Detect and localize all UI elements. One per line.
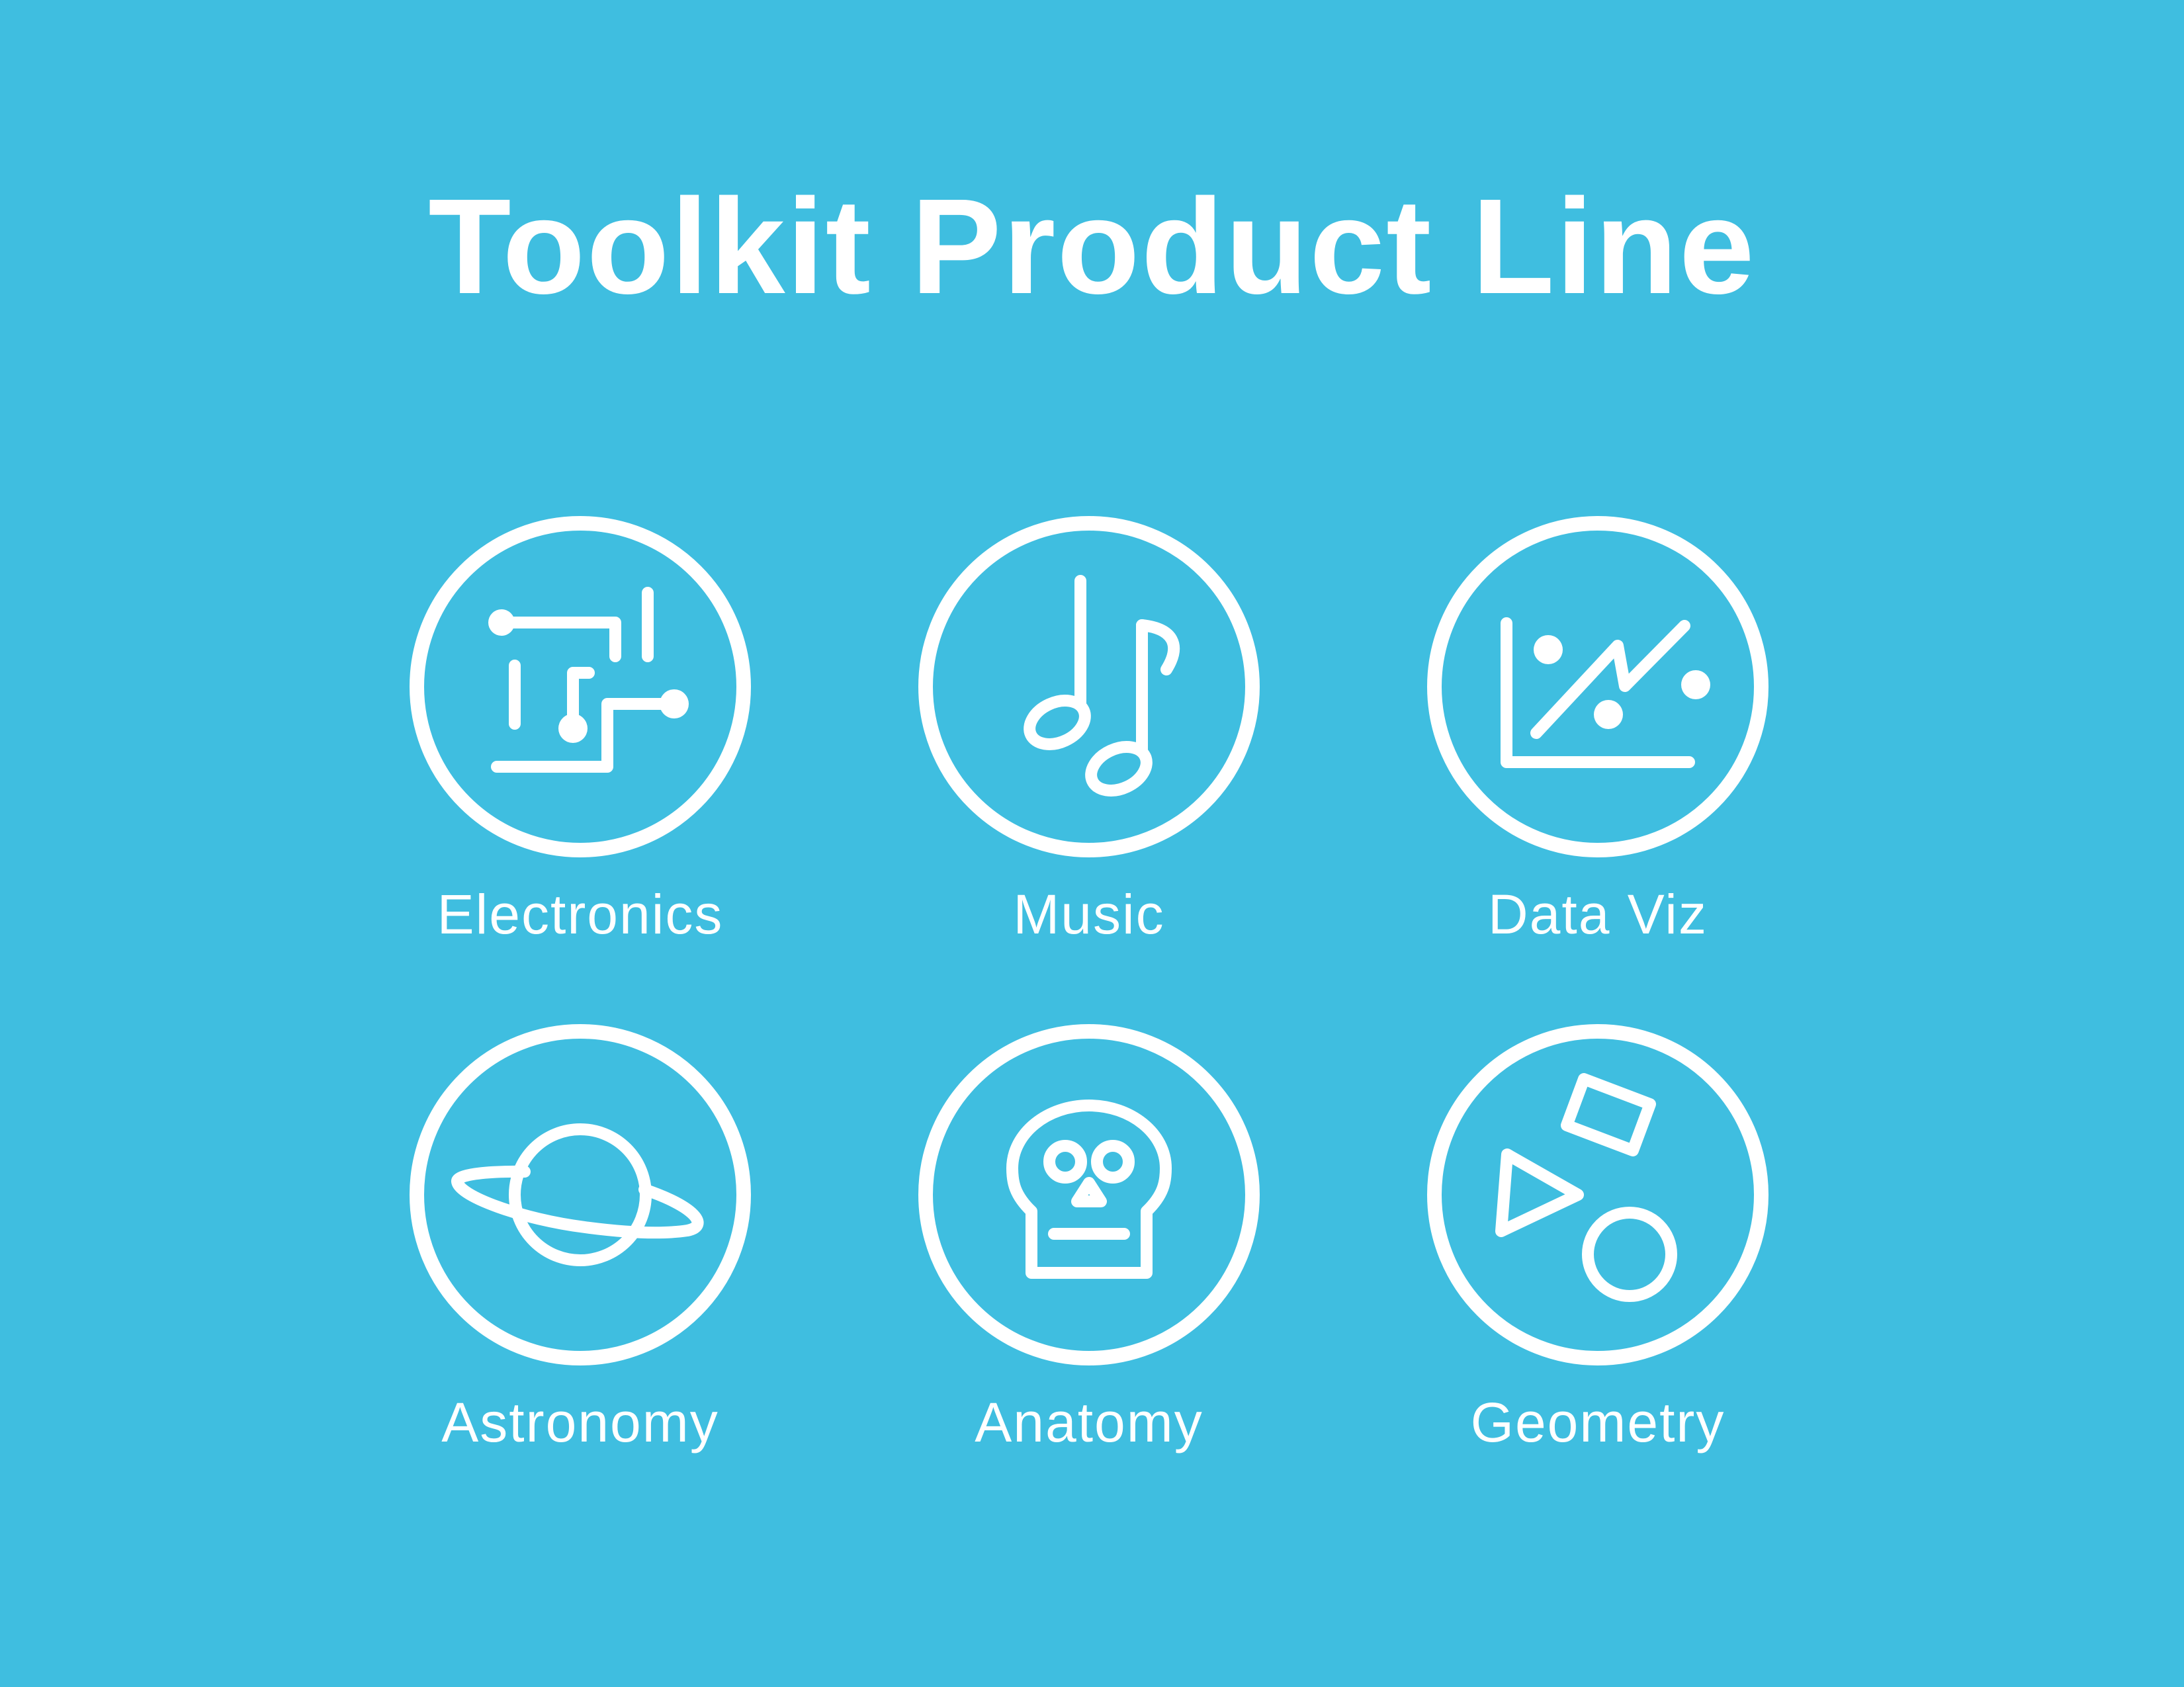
page-title: Toolkit Product Line bbox=[428, 171, 1756, 322]
product-label: Anatomy bbox=[975, 1391, 1203, 1453]
product-label: Electronics bbox=[437, 883, 724, 945]
product-label: Music bbox=[1013, 883, 1165, 945]
product-geometry[interactable]: Geometry bbox=[1413, 1024, 1783, 1527]
product-label: Astronomy bbox=[441, 1391, 719, 1453]
skull-icon bbox=[918, 1024, 1260, 1365]
circuit-icon bbox=[410, 516, 751, 857]
product-data-viz[interactable]: Data Viz bbox=[1413, 516, 1783, 1019]
music-note-icon bbox=[918, 516, 1260, 857]
product-electronics[interactable]: Electronics bbox=[395, 516, 765, 1019]
product-music[interactable]: Music bbox=[904, 516, 1274, 1019]
product-anatomy[interactable]: Anatomy bbox=[904, 1024, 1274, 1527]
planet-icon bbox=[410, 1024, 751, 1365]
shapes-icon bbox=[1427, 1024, 1769, 1365]
chart-icon bbox=[1427, 516, 1769, 857]
product-label: Geometry bbox=[1470, 1391, 1725, 1453]
product-astronomy[interactable]: Astronomy bbox=[395, 1024, 765, 1527]
product-label: Data Viz bbox=[1488, 883, 1708, 945]
